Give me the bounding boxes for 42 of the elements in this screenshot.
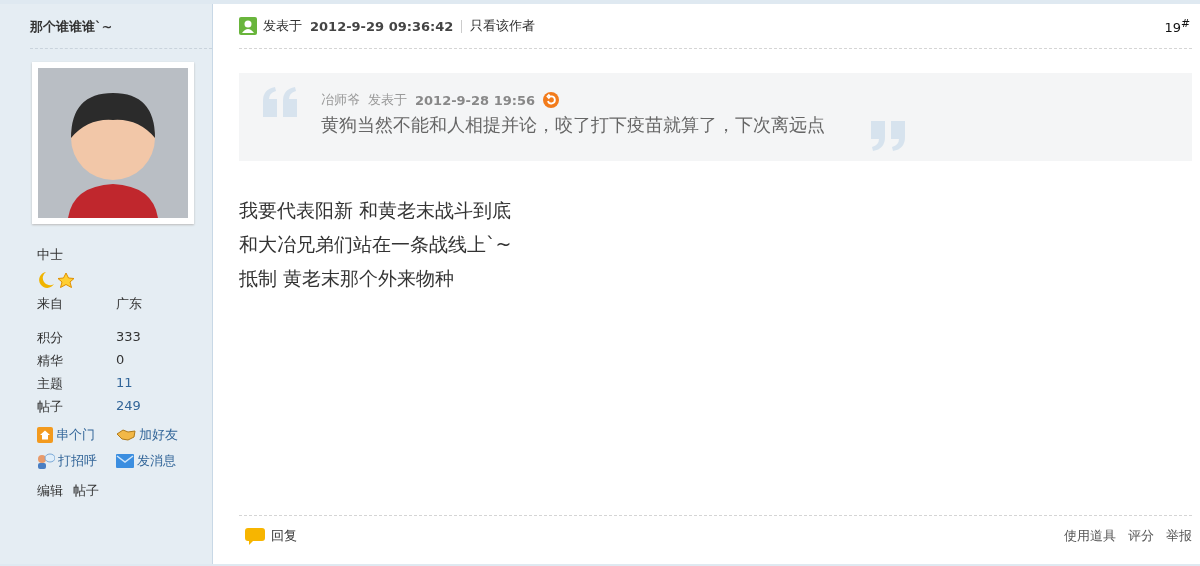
author-name[interactable]: 那个谁谁谁`~ bbox=[30, 4, 212, 49]
profile-label: 帖子 bbox=[37, 398, 64, 416]
profile-value: 0 bbox=[116, 352, 126, 369]
tool-link[interactable]: 举报 bbox=[1166, 527, 1192, 545]
profile-label: 主题 bbox=[37, 375, 64, 393]
quote-text: 黄狗当然不能和人相提并论，咬了打下疫苗就算了，下次离远点 bbox=[321, 113, 825, 137]
action-link[interactable]: 发消息 bbox=[116, 452, 212, 470]
posted-label: 发表于 bbox=[263, 17, 302, 35]
action-link[interactable]: 串个门 bbox=[37, 426, 116, 444]
reply-link[interactable]: 回复 bbox=[245, 527, 297, 545]
action-link[interactable]: 打招呼 bbox=[37, 452, 116, 470]
profile-value: 333 bbox=[116, 329, 142, 346]
speech-bubble-icon bbox=[245, 527, 265, 545]
admin-link[interactable]: 帖子 bbox=[73, 482, 99, 500]
post-text: 我要代表阳新 和黄老末战斗到底 bbox=[239, 198, 513, 223]
profile-label: 来自 bbox=[37, 295, 64, 313]
post-text: 抵制 黄老末那个外来物种 bbox=[239, 266, 456, 291]
admin-link[interactable]: 编辑 bbox=[37, 482, 63, 500]
envelope-icon bbox=[116, 454, 134, 468]
home-icon bbox=[37, 427, 53, 443]
post-time: 2012-9-29 09:36:42 bbox=[310, 18, 454, 34]
chat-person-icon bbox=[37, 453, 55, 469]
moon-star-icon bbox=[37, 271, 77, 289]
user-icon bbox=[239, 17, 257, 35]
quote-author: 冶师爷 bbox=[321, 91, 360, 109]
quote-posted-label: 发表于 bbox=[368, 91, 407, 109]
profile-value: 广东 bbox=[116, 295, 143, 313]
profile-label: 精华 bbox=[37, 352, 64, 370]
quote-time: 2012-9-28 19:56 bbox=[415, 92, 535, 108]
open-quote-icon bbox=[263, 87, 297, 117]
profile-link[interactable]: 11 bbox=[116, 375, 212, 393]
tool-link[interactable]: 使用道具 bbox=[1064, 527, 1116, 545]
author-only-link[interactable]: 只看该作者 bbox=[470, 17, 536, 35]
action-link[interactable]: 加好友 bbox=[116, 426, 212, 444]
rank-label: 中士 bbox=[37, 246, 64, 264]
tool-link[interactable]: 评分 bbox=[1128, 527, 1154, 545]
post-text: 和大冶兄弟们站在一条战线上`~ bbox=[239, 232, 513, 257]
profile-label: 积分 bbox=[37, 329, 64, 347]
profile-link[interactable]: 249 bbox=[116, 398, 212, 416]
close-quote-icon bbox=[871, 121, 905, 151]
floor-number[interactable]: 19$^{#}$ bbox=[1164, 16, 1190, 36]
jump-icon[interactable] bbox=[543, 92, 559, 108]
